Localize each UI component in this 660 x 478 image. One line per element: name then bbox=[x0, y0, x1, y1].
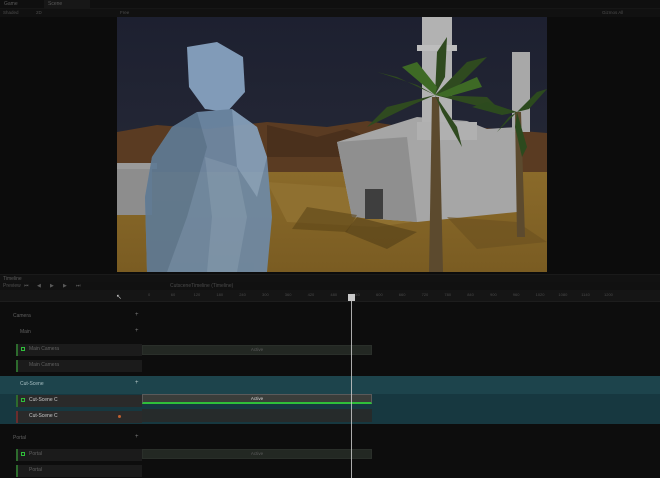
ruler-tick-label: 960 bbox=[512, 292, 520, 297]
ruler-tick-label: 60 bbox=[170, 292, 176, 297]
ruler-tick-label: 360 bbox=[284, 292, 292, 297]
scene-viewport[interactable] bbox=[117, 17, 547, 272]
activation-clip[interactable]: Active bbox=[142, 345, 372, 355]
animation-clip[interactable] bbox=[142, 409, 372, 422]
track-enabled-checkbox[interactable] bbox=[21, 398, 25, 402]
group-camera-label[interactable]: Camera bbox=[13, 313, 31, 319]
track-enabled-checkbox[interactable] bbox=[21, 347, 25, 351]
ruler-tick-label: 1140 bbox=[581, 292, 590, 297]
ruler-tick-label: 120 bbox=[193, 292, 201, 297]
mouse-cursor-icon: ↖ bbox=[116, 294, 122, 301]
timeline-ruler[interactable]: 0 60 120 180 240 300 360 420 480 540 600 660 720 780 8… bbox=[0, 290, 660, 302]
ruler-tick-label: 1080 bbox=[558, 292, 568, 297]
play-icon[interactable]: ▶ bbox=[50, 283, 54, 289]
track-portal-label: Portal bbox=[29, 451, 43, 457]
track-cutscene-label-2: Cut-Scene C bbox=[29, 413, 58, 419]
ruler-tick-label: 840 bbox=[467, 292, 474, 297]
ruler-tick-label: 0 bbox=[148, 292, 151, 297]
group-cutscene-header[interactable] bbox=[0, 376, 660, 394]
skip-end-icon[interactable]: ⏭ bbox=[76, 283, 81, 289]
tab-scene[interactable]: Scene bbox=[44, 0, 90, 9]
track-main-label: Main Camera bbox=[29, 346, 60, 352]
step-back-icon[interactable]: ◀ bbox=[37, 283, 41, 289]
ruler-tick-label: 420 bbox=[307, 292, 315, 297]
ruler-tick-label: 240 bbox=[239, 292, 246, 297]
ruler-tick-label: 780 bbox=[444, 292, 452, 297]
ruler-tick-label: 660 bbox=[398, 292, 406, 297]
shading-mode-dropdown[interactable]: Shaded bbox=[3, 9, 19, 17]
add-track-button[interactable]: + bbox=[135, 380, 139, 386]
add-track-button[interactable]: + bbox=[135, 312, 139, 318]
skip-start-icon[interactable]: ⏮ bbox=[24, 283, 29, 289]
timeline-toolbar: Preview ⏮ ◀ ▶ ▶ ⏭ CutsceneTimeline (Time… bbox=[0, 282, 660, 290]
record-icon[interactable] bbox=[118, 415, 121, 418]
gizmos-dropdown[interactable]: Gizmos All bbox=[602, 9, 623, 17]
activation-clip-selected[interactable]: Active bbox=[142, 394, 372, 404]
editor-tab-bar: Game Scene bbox=[0, 0, 660, 9]
ruler-tick-label: 1200 bbox=[604, 292, 613, 297]
timeline-window-header: Timeline bbox=[0, 274, 660, 282]
group-main-label[interactable]: Main bbox=[20, 329, 31, 335]
track-portal-label-2: Portal bbox=[29, 467, 43, 473]
ruler-tick-label: 480 bbox=[330, 292, 338, 297]
ruler-tick-label: 720 bbox=[421, 292, 429, 297]
group-cutscene-label[interactable]: Cut-Scene bbox=[20, 381, 44, 387]
preview-button[interactable]: Preview bbox=[3, 283, 21, 289]
scene-render bbox=[117, 17, 547, 272]
group-portal-label[interactable]: Portal bbox=[13, 435, 26, 441]
2d-toggle[interactable]: 2D bbox=[36, 9, 42, 17]
ruler-tick-label: 1020 bbox=[535, 292, 545, 297]
tab-game[interactable]: Game bbox=[0, 0, 40, 9]
ruler-tick-label: 180 bbox=[216, 292, 224, 297]
add-track-button[interactable]: + bbox=[135, 434, 139, 440]
ruler-tick-label: 600 bbox=[376, 292, 383, 297]
camera-mode-dropdown[interactable]: Free bbox=[120, 9, 129, 17]
scene-toolbar: Shaded 2D Free Gizmos All bbox=[0, 9, 660, 17]
ruler-tick-label: 300 bbox=[262, 292, 269, 297]
track-cutscene-label: Cut-Scene C bbox=[29, 397, 58, 403]
add-track-button[interactable]: + bbox=[135, 328, 139, 334]
timeline-asset-name: CutsceneTimeline (Timeline) bbox=[170, 283, 234, 289]
activation-clip-portal[interactable]: Active bbox=[142, 449, 372, 459]
step-forward-icon[interactable]: ▶ bbox=[63, 283, 67, 289]
track-enabled-checkbox[interactable] bbox=[21, 452, 25, 456]
ruler-tick-label: 900 bbox=[490, 292, 497, 297]
playhead-line bbox=[351, 294, 352, 478]
playhead-handle[interactable] bbox=[348, 294, 355, 301]
track-main-label-2: Main Camera bbox=[29, 362, 60, 368]
